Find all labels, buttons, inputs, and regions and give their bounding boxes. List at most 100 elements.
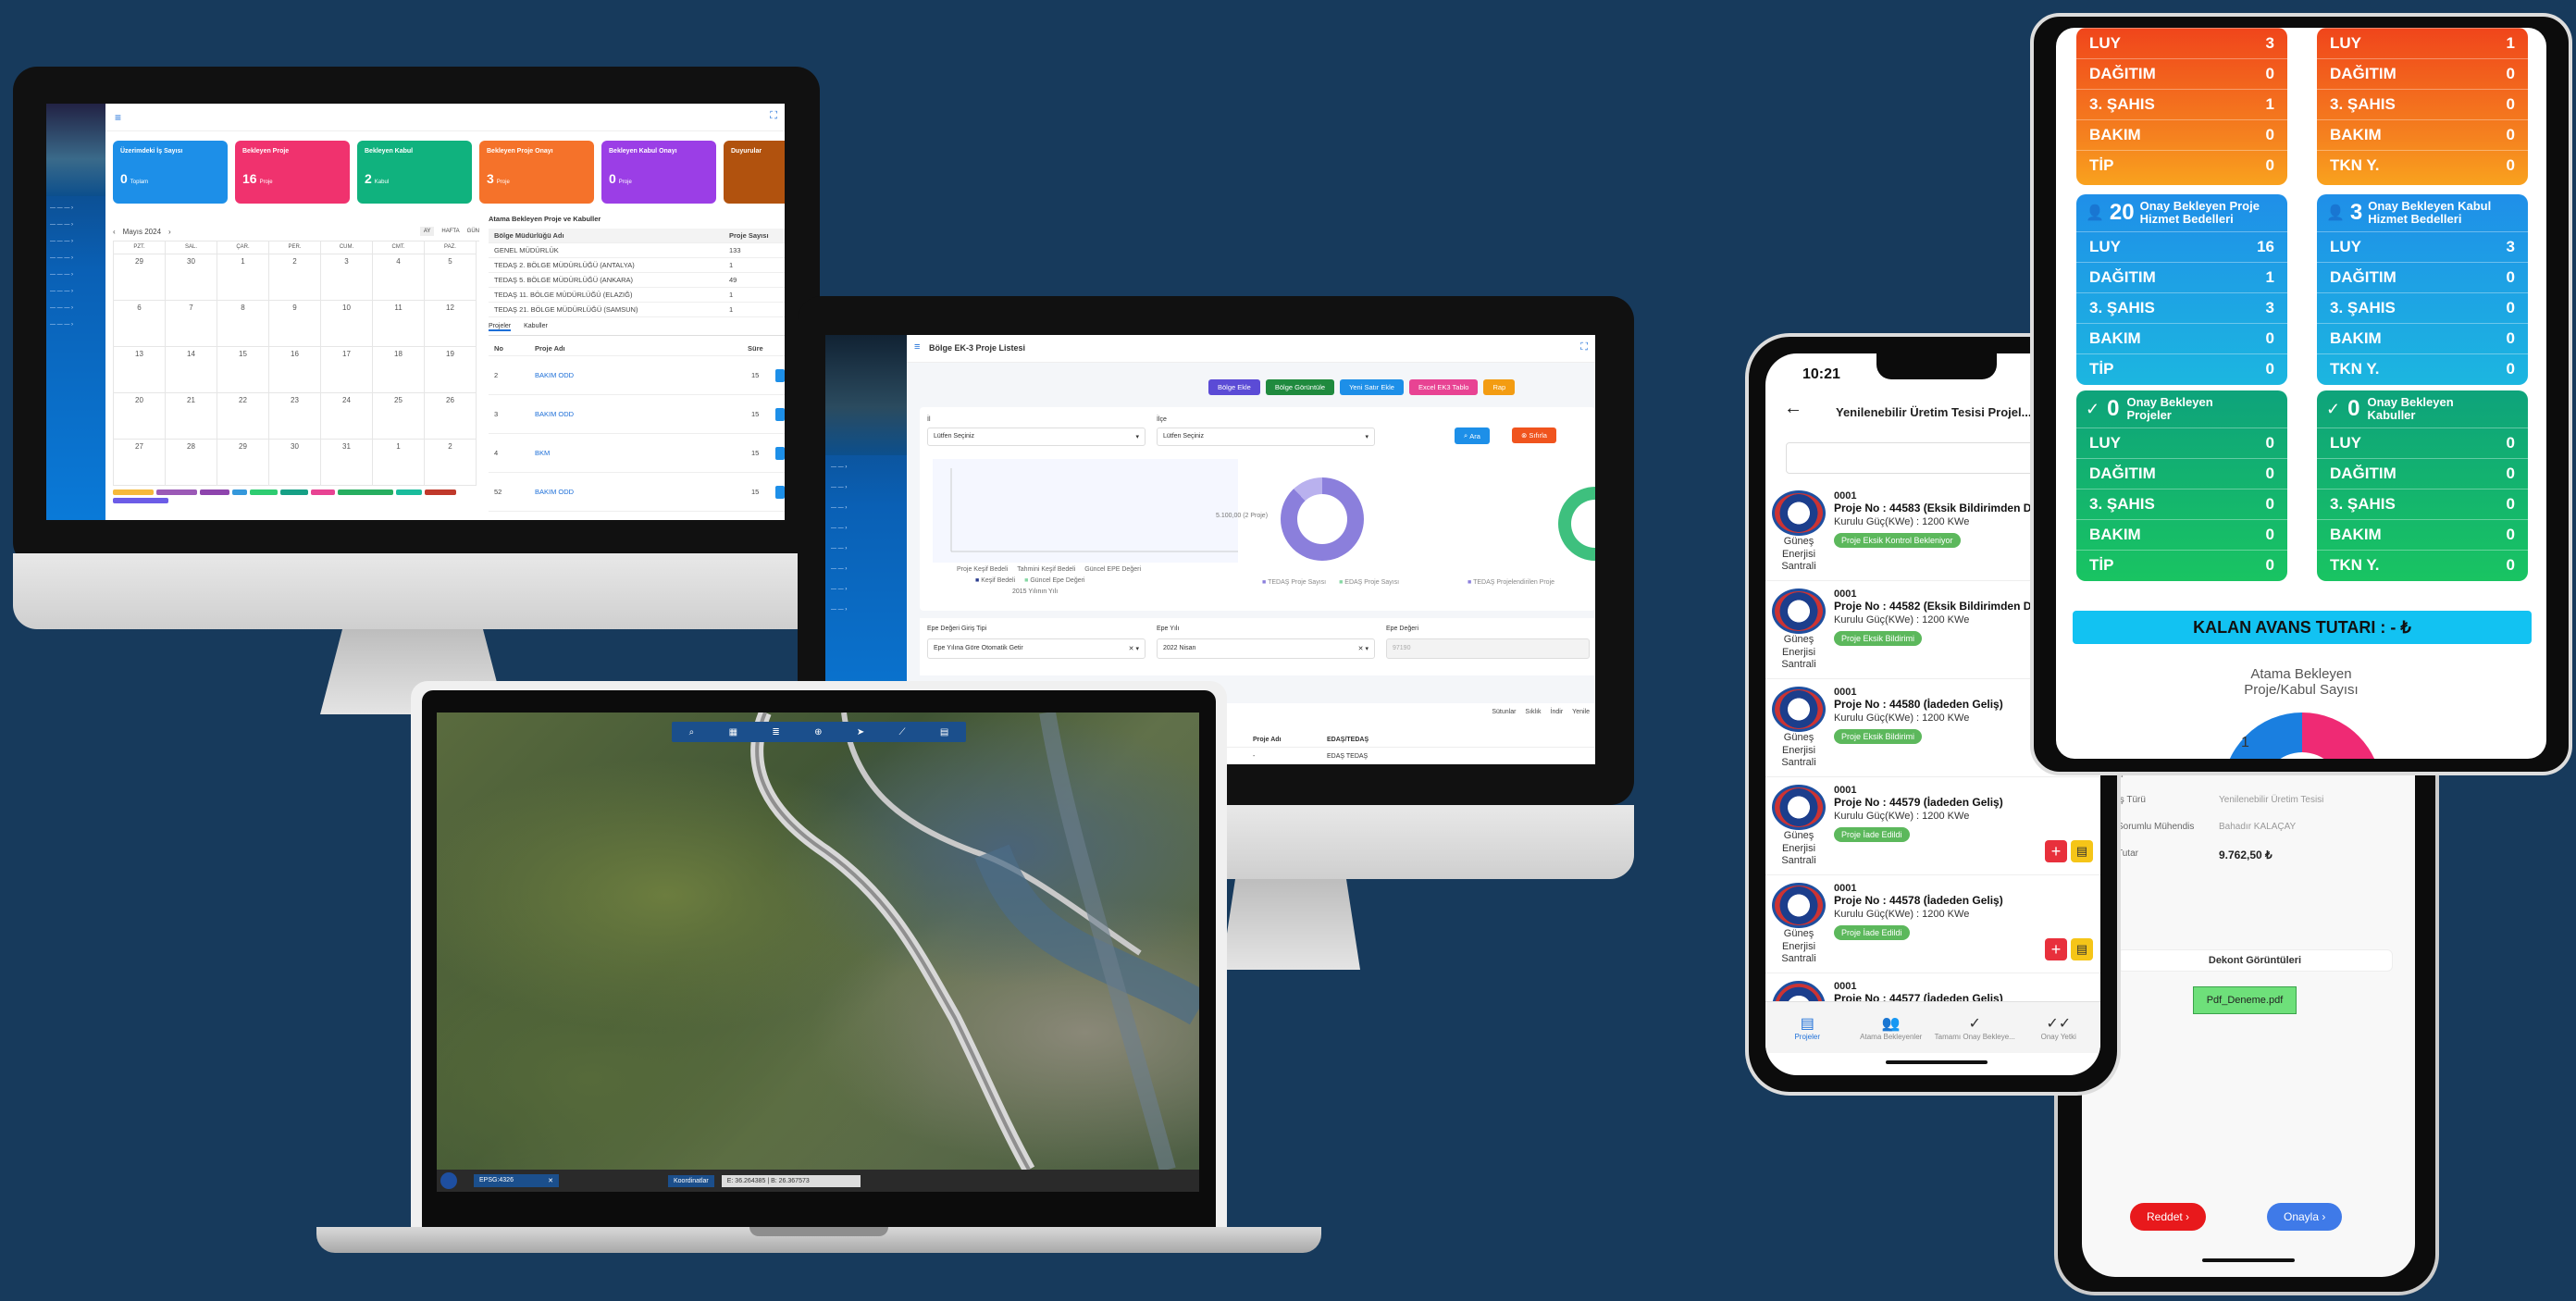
- expand-icon[interactable]: ⛶: [770, 110, 777, 122]
- calendar-day[interactable]: 21: [166, 393, 217, 440]
- tab-acceptances[interactable]: Kabuller: [524, 323, 548, 331]
- table-row[interactable]: TEDAŞ 5. BÖLGE MÜDÜRLÜĞÜ (ANKARA) 49: [489, 273, 785, 288]
- sidebar-item[interactable]: — — — ›: [50, 272, 102, 278]
- calendar-day[interactable]: 29: [217, 440, 269, 486]
- density-button[interactable]: Sıklık: [1525, 709, 1541, 715]
- sidebar-item[interactable]: — — — ›: [50, 222, 102, 228]
- sidebar-item[interactable]: — — ›: [831, 587, 901, 592]
- calendar-day[interactable]: 16: [269, 347, 321, 393]
- new-row-button[interactable]: Yeni Satır Ekle: [1340, 379, 1404, 395]
- table-row[interactable]: TEDAŞ 11. BÖLGE MÜDÜRLÜĞÜ (ELAZIĞ) 1: [489, 288, 785, 303]
- tab-waiting[interactable]: 👥 Atama Bekleyenler: [1850, 1014, 1934, 1041]
- prev-icon[interactable]: ‹: [113, 228, 116, 236]
- projection-select[interactable]: EPSG:4326 ✕: [474, 1174, 559, 1187]
- calendar-day[interactable]: 28: [166, 440, 217, 486]
- calendar-day[interactable]: 11: [373, 301, 425, 347]
- clear-button[interactable]: ⊗ Sıfırla: [1512, 427, 1556, 443]
- calendar-day[interactable]: 31: [321, 440, 373, 486]
- measure-icon[interactable]: ⟋: [899, 727, 906, 737]
- calendar-day[interactable]: 5: [425, 254, 477, 301]
- row-action-button[interactable]: [775, 446, 785, 460]
- back-arrow-icon[interactable]: ←: [1784, 398, 1802, 419]
- sidebar-item[interactable]: — — ›: [831, 546, 901, 551]
- calendar-day[interactable]: 27: [114, 440, 166, 486]
- approve-button[interactable]: Onayla ›: [2267, 1203, 2343, 1231]
- calendar-day[interactable]: 2: [269, 254, 321, 301]
- sidebar-item[interactable]: — — — ›: [50, 255, 102, 261]
- grid-icon[interactable]: ▦: [729, 727, 737, 737]
- document-icon[interactable]: ▤: [2071, 840, 2093, 862]
- calendar-day[interactable]: 3: [321, 254, 373, 301]
- search-button[interactable]: ⌕ Ara: [1455, 427, 1490, 444]
- map-view[interactable]: ⌕ ▦ ≣ ⊕ ➤ ⟋ ▤: [437, 712, 1199, 1170]
- sidebar-item[interactable]: — — ›: [831, 505, 901, 511]
- calendar-day[interactable]: 29: [114, 254, 166, 301]
- add-icon[interactable]: +: [2045, 840, 2067, 862]
- sidebar-item[interactable]: — — — ›: [50, 205, 102, 211]
- calendar-day[interactable]: 26: [425, 393, 477, 440]
- epe-type-select[interactable]: Epe Yılına Göre Otomatik Getir ✕ ▾: [927, 638, 1146, 659]
- calendar-day[interactable]: 30: [269, 440, 321, 486]
- calendar-day[interactable]: 25: [373, 393, 425, 440]
- menu-icon[interactable]: ≡: [115, 111, 121, 124]
- calendar-day[interactable]: 14: [166, 347, 217, 393]
- calendar-day[interactable]: 24: [321, 393, 373, 440]
- table-row[interactable]: 4 BKM 15: [489, 434, 785, 473]
- view-week[interactable]: HAFTA: [441, 229, 459, 234]
- calendar-day[interactable]: 4: [373, 254, 425, 301]
- navigate-icon[interactable]: ➤: [857, 727, 864, 737]
- epe-value-input[interactable]: 97190: [1386, 638, 1590, 659]
- ilce-select[interactable]: Lütfen Seçiniz ▾: [1157, 427, 1375, 446]
- il-select[interactable]: Lütfen Seçiniz ▾: [927, 427, 1146, 446]
- tab-pending[interactable]: ✓ Tamamı Onay Bekleye...: [1933, 1014, 2017, 1041]
- add-region-button[interactable]: Bölge Ekle: [1208, 379, 1260, 395]
- reject-button[interactable]: Reddet ›: [2130, 1203, 2207, 1231]
- download-button[interactable]: İndir: [1551, 709, 1564, 715]
- calendar-day[interactable]: 10: [321, 301, 373, 347]
- row-action-button[interactable]: [775, 368, 785, 382]
- calendar-day[interactable]: 23: [269, 393, 321, 440]
- calendar-day[interactable]: 8: [217, 301, 269, 347]
- calendar-day[interactable]: 22: [217, 393, 269, 440]
- table-row[interactable]: TEDAŞ 2. BÖLGE MÜDÜRLÜĞÜ (ANTALYA) 1: [489, 258, 785, 273]
- calendar-day[interactable]: 19: [425, 347, 477, 393]
- calendar-day[interactable]: 15: [217, 347, 269, 393]
- calendar-day[interactable]: 7: [166, 301, 217, 347]
- sidebar-item[interactable]: — — — ›: [50, 289, 102, 294]
- calendar-day[interactable]: 6: [114, 301, 166, 347]
- list-item[interactable]: Güneş Enerjisi Santrali 0001 Proje No : 4457…: [1765, 777, 2100, 875]
- layers-icon[interactable]: ≣: [772, 727, 779, 737]
- tab-approve[interactable]: ✓✓ Onay Yetki: [2017, 1014, 2101, 1041]
- calendar-day[interactable]: 2: [425, 440, 477, 486]
- table-row[interactable]: 52 BAKIM ODD 15: [489, 473, 785, 512]
- calendar-day[interactable]: 17: [321, 347, 373, 393]
- table-row[interactable]: TEDAŞ 21. BÖLGE MÜDÜRLÜĞÜ (SAMSUN) 1: [489, 303, 785, 317]
- expand-icon[interactable]: ⛶: [1580, 341, 1588, 353]
- menu-icon[interactable]: ≡: [914, 341, 920, 353]
- stat-card[interactable]: Bekleyen Proje Onayı 3 Proje: [479, 141, 594, 204]
- pdf-file-button[interactable]: Pdf_Deneme.pdf: [2193, 986, 2297, 1014]
- epe-year-select[interactable]: 2022 Nisan ✕ ▾: [1157, 638, 1375, 659]
- search-icon[interactable]: ⌕: [689, 727, 695, 737]
- table-row[interactable]: GENEL MÜDÜRLÜK 133: [489, 243, 785, 258]
- sidebar-item[interactable]: — — — ›: [50, 322, 102, 328]
- row-action-button[interactable]: [775, 485, 785, 499]
- calendar-day[interactable]: 13: [114, 347, 166, 393]
- stat-card[interactable]: Bekleyen Kabul Onayı 0 Proje: [601, 141, 716, 204]
- stat-card[interactable]: Bekleyen Kabul 2 Kabul: [357, 141, 472, 204]
- sidebar-item[interactable]: — — ›: [831, 566, 901, 572]
- calendar-day[interactable]: 30: [166, 254, 217, 301]
- sidebar-item[interactable]: — — — ›: [50, 305, 102, 311]
- tab-projects[interactable]: Projeler: [489, 323, 512, 331]
- zoom-icon[interactable]: ⊕: [814, 727, 822, 737]
- table-row[interactable]: 3 BAKIM ODD 15: [489, 395, 785, 434]
- calendar-day[interactable]: 1: [373, 440, 425, 486]
- list-item[interactable]: 0001 Proje No : 44577 (İadeden Geliş): [1765, 973, 2100, 1001]
- sidebar-item[interactable]: — — ›: [831, 607, 901, 613]
- view-day[interactable]: GÜN: [467, 229, 479, 234]
- print-icon[interactable]: ▤: [940, 727, 948, 737]
- document-icon[interactable]: ▤: [2071, 938, 2093, 960]
- refresh-button[interactable]: Yenile: [1572, 709, 1590, 715]
- list-item[interactable]: Güneş Enerjisi Santrali 0001 Proje No : 4457…: [1765, 875, 2100, 973]
- table-row[interactable]: 2 BAKIM ODD 15: [489, 356, 785, 395]
